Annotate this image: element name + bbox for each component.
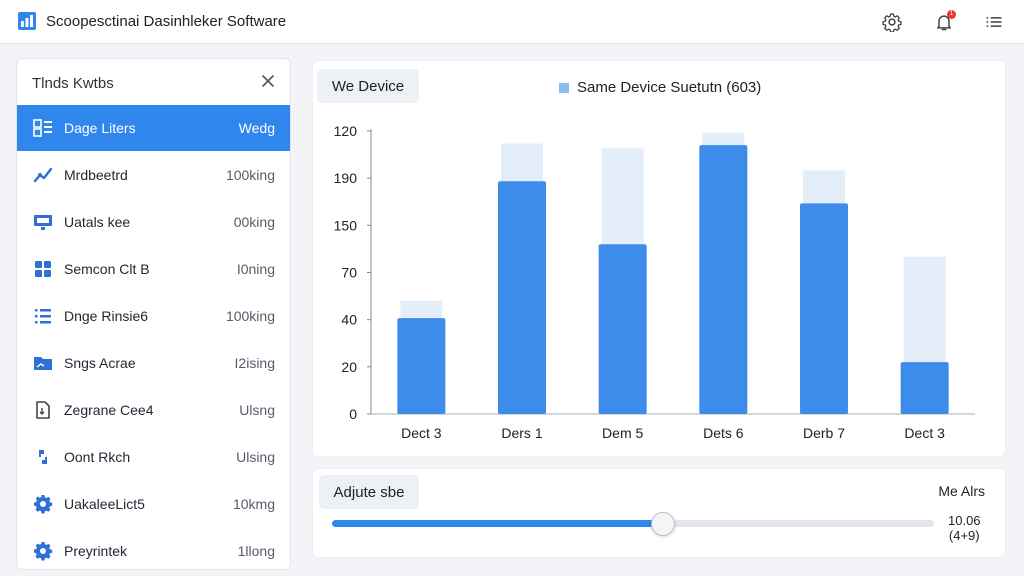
chart-legend: Same Device Suetutn (603)	[559, 79, 761, 96]
y-tick-label: 0	[349, 406, 357, 422]
document-icon	[36, 401, 50, 419]
list-item-value: 100king	[225, 167, 275, 183]
slider-card: Adjute sbe Me Alrs 10.06 (4+9)	[312, 468, 1006, 558]
list-item-label: Preyrintek	[64, 543, 128, 559]
y-tick-label: 70	[341, 265, 357, 281]
list-item-label: Oont Rkch	[64, 449, 131, 465]
list-item-value: Ulsng	[239, 402, 275, 418]
panel-header: Tlnds Kwtbs	[17, 59, 290, 105]
x-tick-label: Derb 7	[803, 425, 845, 441]
slider-thumb[interactable]	[651, 512, 676, 536]
folder-icon	[34, 357, 52, 370]
panel-title: Tlnds Kwtbs	[32, 75, 114, 92]
x-tick-label: Ders 1	[501, 425, 542, 441]
link-icon	[39, 450, 47, 464]
bar-chart: 0 20 40 70 150 190 120 Dect 3 Ders 1 Dem 5 Dets 6 D…	[334, 123, 975, 441]
list-item-preyrintek[interactable]: Preyrintek 1llong	[17, 528, 290, 569]
list-icon	[35, 309, 51, 324]
y-tick-label: 120	[334, 123, 358, 139]
list-item-label: Semcon Clt B	[64, 261, 150, 277]
bar	[800, 203, 848, 414]
legend-swatch	[559, 82, 569, 93]
list-item-label: Uatals kee	[64, 214, 131, 230]
app-title: Scoopesctinai Dasinhleker Software	[46, 13, 287, 30]
list-item-label: Zegrane Cee4	[64, 402, 154, 418]
list-item-value: Ulsing	[236, 449, 275, 465]
y-tick-label: 40	[341, 312, 357, 328]
gear-icon	[34, 542, 53, 561]
list-item-zegrane-cee4[interactable]: Zegrane Cee4 Ulsng	[17, 387, 290, 433]
gear-icon	[34, 495, 53, 514]
adjust-size-tab[interactable]: Adjute sbe	[319, 475, 419, 509]
list-item-dage-liters[interactable]: Dage Liters Wedg	[17, 105, 290, 151]
x-tick-label: Dem 5	[602, 425, 643, 441]
slider-value: 10.06 (4+9)	[948, 513, 981, 543]
y-tick-label: 150	[334, 217, 358, 233]
slider-right-label: Me Alrs	[938, 483, 985, 499]
slider-value-line2: (4+9)	[948, 528, 980, 543]
bar	[397, 318, 446, 414]
list-item-dnge-rinsie6[interactable]: Dnge Rinsie6 100king	[17, 293, 290, 339]
list-item-value: I2ising	[234, 355, 275, 371]
chart-tab[interactable]: We Device	[317, 69, 419, 103]
title-bar: Scoopesctinai Dasinhleker Software 1	[0, 0, 1024, 44]
bar	[900, 362, 949, 414]
list-item-value: 00king	[233, 214, 275, 230]
list-item-value: 1llong	[237, 543, 275, 559]
x-tick-label: Dets 6	[703, 425, 744, 441]
gear-icon	[882, 13, 902, 32]
list-item-semcon-clt-b[interactable]: Semcon Clt B I0ning	[17, 246, 290, 292]
list-item-sngs-acrae[interactable]: Sngs Acrae I2ising	[17, 340, 290, 386]
list-item-label: Mrdbeetrd	[64, 167, 128, 183]
list-item-oont-rkch[interactable]: Oont Rkch Ulsing	[17, 434, 290, 480]
menu-icon	[986, 17, 1002, 27]
notifications-button[interactable]: 1	[932, 10, 956, 34]
list-item-value: I0ning	[236, 261, 275, 277]
monitor-icon	[34, 215, 52, 230]
list-item-uatals-kee[interactable]: Uatals kee 00king	[17, 199, 290, 245]
chart-card: 0 20 40 70 150 190 120 Dect 3 Ders 1 Dem 5 Dets 6 D…	[312, 60, 1006, 457]
slider-value-line1: 10.06	[948, 513, 981, 528]
list-item-label: UakaleeLict5	[64, 496, 145, 512]
grid-icon	[35, 261, 51, 277]
left-panel: Tlnds Kwtbs Dage Liters Wedg Mrdbeetrd 1…	[16, 58, 291, 570]
slider-fill	[332, 520, 664, 527]
menu-button[interactable]	[982, 10, 1006, 34]
list-item-uakaleelict5[interactable]: UakaleeLict5 10kmg	[17, 481, 290, 527]
bar	[598, 244, 647, 414]
trend-icon	[33, 167, 53, 183]
y-tick-label: 190	[334, 170, 358, 186]
legend-label: Same Device Suetutn (603)	[577, 79, 762, 96]
list-item-label: Dnge Rinsie6	[64, 308, 149, 324]
bar	[498, 181, 546, 414]
list-item-label: Sngs Acrae	[64, 355, 136, 371]
grid-list-icon	[33, 119, 52, 137]
list-item-value: 100king	[225, 308, 275, 324]
list-item-mrdbeetrd[interactable]: Mrdbeetrd 100king	[17, 152, 290, 198]
bar	[699, 145, 748, 414]
app-logo-icon	[18, 12, 36, 30]
x-tick-label: Dect 3	[904, 425, 945, 441]
notification-badge: 1	[947, 10, 956, 19]
x-tick-label: Dect 3	[401, 425, 442, 441]
y-tick-label: 20	[341, 359, 357, 375]
settings-button[interactable]	[880, 10, 904, 34]
slider-track[interactable]	[332, 512, 934, 536]
list-item-value: 10kmg	[232, 496, 275, 512]
list-item-value: Wedg	[238, 120, 275, 136]
list-item-label: Dage Liters	[64, 120, 136, 136]
close-icon[interactable]	[260, 73, 276, 89]
